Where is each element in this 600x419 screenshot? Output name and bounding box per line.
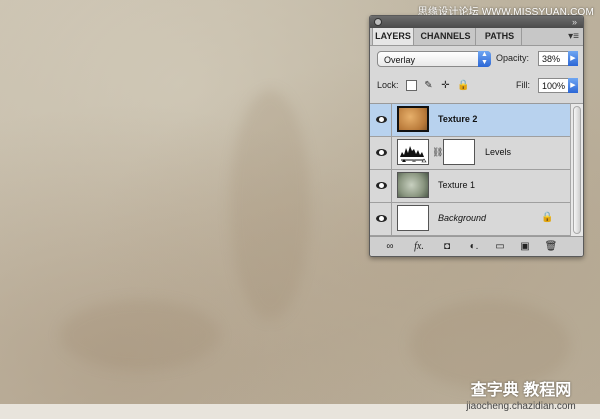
eye-icon: [376, 215, 387, 222]
fill-value: 100%: [542, 81, 566, 91]
histogram-icon: [400, 146, 427, 163]
layer-thumbnail[interactable]: [397, 205, 429, 231]
visibility-toggle[interactable]: [370, 104, 392, 136]
layer-name: Texture 2: [438, 114, 478, 124]
layer-thumbnail[interactable]: [397, 172, 429, 198]
layer-name: Texture 1: [438, 180, 476, 190]
layers-list: Texture 2 ⛓ Levels Texture 1 Background …: [370, 103, 570, 237]
scrollbar-thumb[interactable]: [573, 106, 581, 234]
lock-row: Lock: ✎ ✛ 🔒 Fill: 100% ▶: [377, 78, 578, 94]
fill-field[interactable]: 100% ▶: [538, 78, 578, 93]
link-layers-icon[interactable]: ∞: [382, 240, 398, 253]
blend-row: Overlay ▲ ▼ Opacity: 38% ▶: [377, 51, 578, 69]
select-arrows-icon: ▲ ▼: [478, 51, 491, 67]
layer-row-levels[interactable]: ⛓ Levels: [370, 137, 570, 170]
visibility-toggle[interactable]: [370, 170, 392, 202]
blend-mode-value: Overlay: [384, 55, 416, 65]
layer-row-texture-2[interactable]: Texture 2: [370, 104, 570, 137]
lock-transparent-pixels-icon[interactable]: [406, 80, 417, 91]
eye-icon: [376, 149, 387, 156]
watermark-bottom-small: jiaocheng.chazidian.com: [466, 401, 576, 412]
layers-scrollbar[interactable]: [570, 103, 583, 236]
layer-name: Levels: [485, 147, 512, 157]
layer-name: Background: [438, 213, 487, 223]
close-icon[interactable]: [374, 18, 382, 26]
fx-icon[interactable]: fx.: [411, 240, 427, 253]
panel-tabs: LAYERS CHANNELS PATHS ▾≡: [370, 28, 583, 46]
add-mask-icon[interactable]: ◘: [440, 240, 454, 253]
layer-thumbnail[interactable]: [397, 106, 429, 132]
lock-position-icon[interactable]: ✛: [440, 80, 451, 91]
paper-stain: [230, 90, 310, 320]
watermark-bottom-big: 查字典 教程网: [470, 382, 572, 399]
paper-stain: [60, 300, 220, 370]
eye-icon: [376, 182, 387, 189]
opacity-label: Opacity:: [496, 53, 530, 63]
trash-icon[interactable]: 🗑: [544, 240, 558, 253]
new-group-icon[interactable]: ▭: [493, 240, 507, 253]
layer-mask-thumbnail[interactable]: [443, 139, 475, 165]
watermark-bottom: 查字典 教程网 jiaocheng.chazidian.com: [446, 376, 596, 412]
adjustment-layer-icon[interactable]: ◐.: [466, 240, 482, 253]
layer-row-texture-1[interactable]: Texture 1: [370, 170, 570, 203]
opacity-value: 38%: [542, 54, 561, 64]
lock-label: Lock:: [377, 80, 399, 90]
collapse-icon[interactable]: »: [572, 17, 577, 27]
layers-panel: » LAYERS CHANNELS PATHS ▾≡ Overlay ▲ ▼ Op…: [369, 15, 584, 257]
panel-bottom-bar: ∞ fx. ◘ ◐. ▭ ▣ 🗑: [370, 236, 583, 256]
fill-label: Fill:: [516, 80, 530, 90]
opacity-dropdown-icon[interactable]: ▶: [568, 51, 578, 66]
panel-menu-icon[interactable]: ▾≡: [568, 28, 579, 45]
tab-paths[interactable]: PATHS: [478, 28, 522, 45]
visibility-toggle[interactable]: [370, 203, 392, 235]
levels-adjustment-icon[interactable]: [397, 139, 429, 165]
lock-icon: 🔒: [541, 212, 554, 223]
layer-row-background[interactable]: Background 🔒: [370, 203, 570, 236]
mask-link-icon[interactable]: ⛓: [432, 147, 443, 158]
panel-titlebar[interactable]: »: [370, 16, 583, 28]
tab-channels[interactable]: CHANNELS: [416, 28, 476, 45]
new-layer-icon[interactable]: ▣: [518, 240, 532, 253]
opacity-field[interactable]: 38% ▶: [538, 51, 578, 66]
tab-layers[interactable]: LAYERS: [372, 28, 414, 45]
fill-dropdown-icon[interactable]: ▶: [568, 78, 578, 93]
visibility-toggle[interactable]: [370, 137, 392, 169]
lock-all-icon[interactable]: 🔒: [457, 80, 469, 91]
blend-mode-select[interactable]: Overlay ▲ ▼: [377, 51, 491, 67]
lock-image-pixels-icon[interactable]: ✎: [423, 80, 434, 91]
eye-icon: [376, 116, 387, 123]
